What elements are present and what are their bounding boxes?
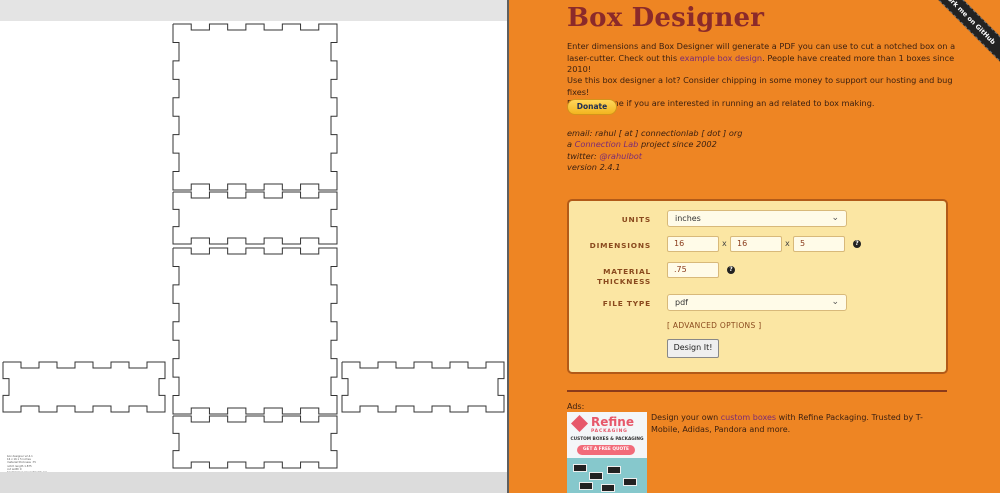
- depth-input[interactable]: 5: [793, 236, 845, 252]
- filetype-label: FILE TYPE: [602, 299, 651, 308]
- design-it-button[interactable]: Design It!: [667, 339, 719, 358]
- help-icon[interactable]: ?: [727, 266, 735, 274]
- pdf-preview: box designer v2.4.1 16 x 16 x 5 inches m…: [0, 0, 508, 493]
- chevron-down-icon: ⌄: [831, 297, 839, 307]
- times-sign: x: [722, 239, 727, 248]
- box-panel-end-left: [2, 361, 166, 413]
- connection-lab-link[interactable]: Connection Lab: [575, 139, 639, 149]
- ad-image[interactable]: Refine PACKAGING CUSTOM BOXES & PACKAGIN…: [567, 412, 647, 493]
- box-outline-drawing: [2, 23, 505, 469]
- dimensions-label: DIMENSIONS: [589, 241, 651, 250]
- intro-text: Enter dimensions and Box Designer will g…: [567, 41, 956, 74]
- thickness-input[interactable]: .75: [667, 262, 719, 278]
- box-settings-form: UNITS inches ⌄ DIMENSIONS 16 x 16 x 5 ? …: [567, 199, 948, 374]
- twitter-link[interactable]: @rahulbot: [599, 151, 642, 161]
- box-panel-end-right: [341, 361, 505, 413]
- ads-label: Ads:: [567, 402, 585, 411]
- ad-text: Design your own custom boxes with Refine…: [651, 413, 923, 434]
- help-icon[interactable]: ?: [853, 240, 861, 248]
- section-divider: [567, 390, 947, 392]
- product-photo: [567, 458, 647, 493]
- page-title: Box Designer: [567, 3, 765, 33]
- thickness-label: MATERIAL THICKNESS: [597, 267, 651, 286]
- box-logo-icon: [571, 415, 588, 432]
- credits: email: rahul [ at ] connectionlab [ dot …: [567, 128, 743, 172]
- box-panel-top: [172, 23, 338, 191]
- designer-panel: Fork me on GitHub Box Designer Enter dim…: [509, 0, 1000, 493]
- custom-boxes-link[interactable]: custom boxes: [721, 413, 776, 422]
- filetype-select[interactable]: pdf ⌄: [667, 294, 847, 311]
- box-panel-bottom: [172, 247, 338, 415]
- email-text: email: rahul [ at ] connectionlab [ dot …: [567, 128, 743, 138]
- advanced-options-link[interactable]: [ ADVANCED OPTIONS ]: [667, 321, 761, 330]
- box-panel-side-2: [172, 415, 338, 469]
- example-design-link[interactable]: example box design: [680, 53, 762, 63]
- donate-button[interactable]: Donate: [567, 99, 617, 115]
- free-quote-button[interactable]: GET A FREE QUOTE: [577, 445, 635, 455]
- viewer-bottom-bar: [0, 472, 508, 493]
- support-text: Use this box designer a lot? Consider ch…: [567, 75, 953, 108]
- height-input[interactable]: 16: [730, 236, 782, 252]
- chevron-down-icon: ⌄: [831, 213, 839, 223]
- box-panel-side: [172, 191, 338, 245]
- units-select[interactable]: inches ⌄: [667, 210, 847, 227]
- times-sign: x: [785, 239, 790, 248]
- version-text: version 2.4.1: [567, 161, 621, 172]
- units-label: UNITS: [621, 215, 651, 224]
- width-input[interactable]: 16: [667, 236, 719, 252]
